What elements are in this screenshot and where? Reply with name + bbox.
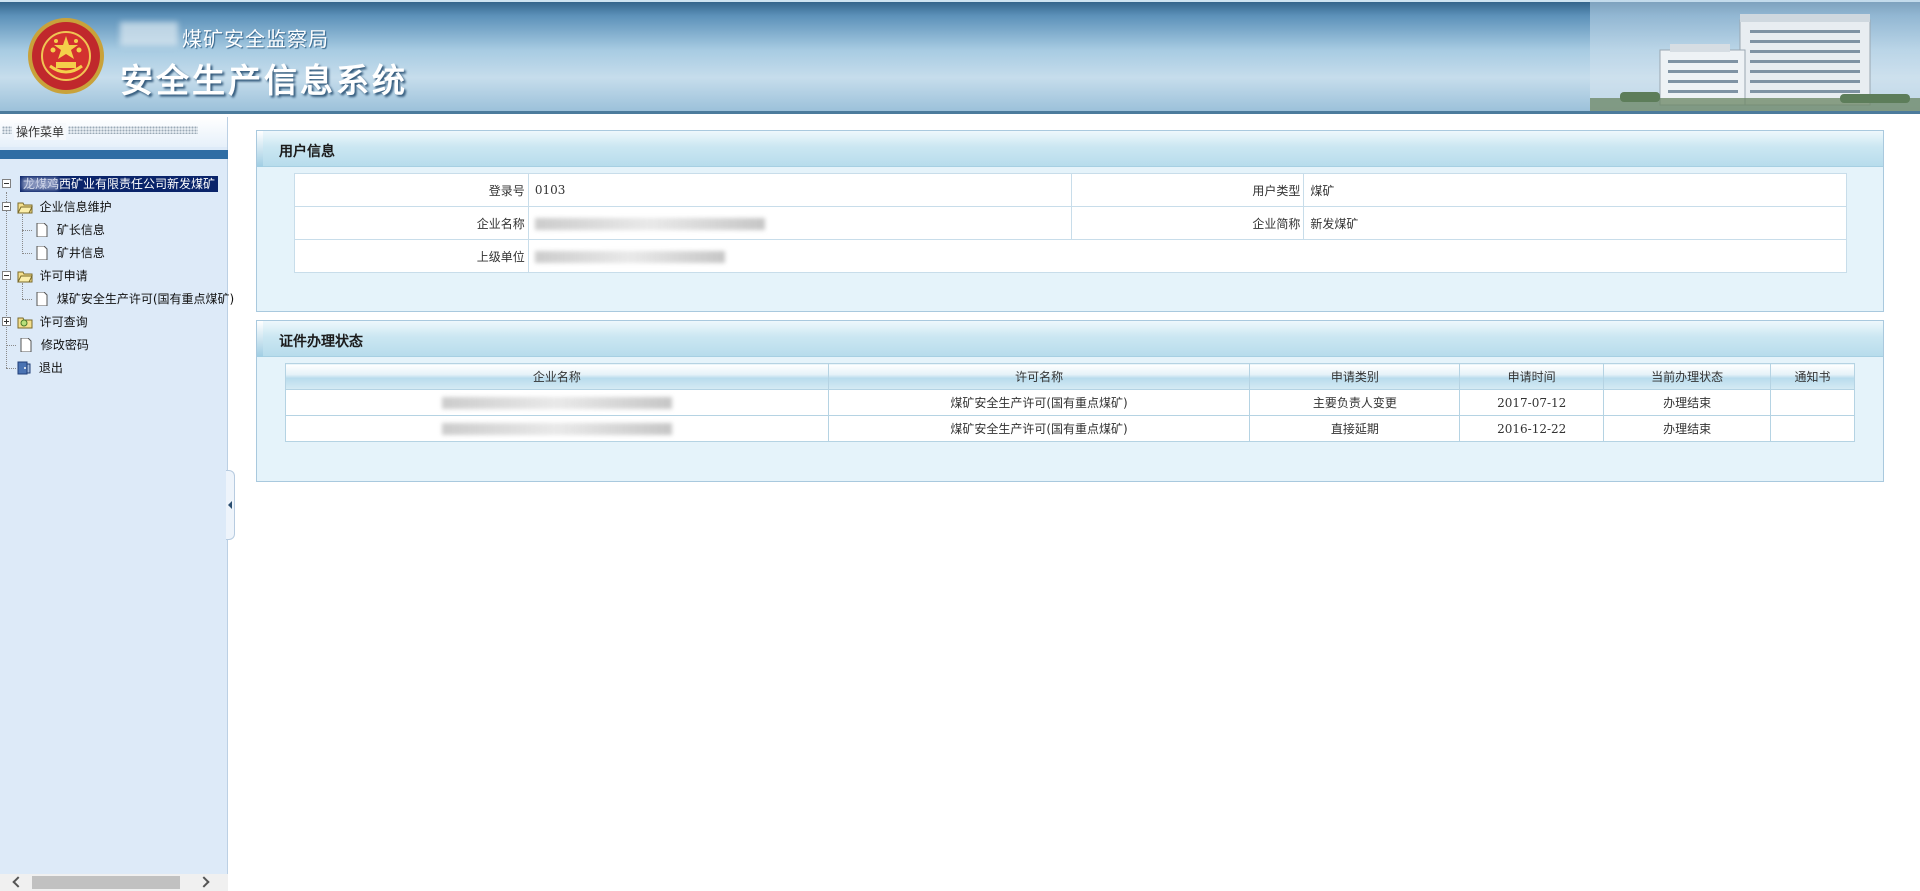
cell-apply-time: 2017-07-12: [1459, 389, 1605, 416]
col-current-status: 当前办理状态: [1603, 363, 1772, 390]
col-company-name: 企业名称: [285, 363, 829, 390]
cell-license-name: 煤矿安全生产许可(国有重点煤矿): [827, 389, 1251, 416]
table-header-row: 企业名称 许可名称 申请类别 申请时间 当前办理状态 通知书: [285, 363, 1855, 390]
parent-unit-label: 上级单位: [294, 239, 529, 273]
table-row[interactable]: 煤矿安全生产许可(国有重点煤矿) 主要负责人变更 2017-07-12 办理结束: [285, 389, 1855, 416]
table-row[interactable]: 煤矿安全生产许可(国有重点煤矿) 直接延期 2016-12-22 办理结束: [285, 415, 1855, 442]
user-type-value: 煤矿: [1303, 173, 1847, 207]
scrollbar-thumb[interactable]: [32, 876, 180, 889]
col-notice: 通知书: [1770, 363, 1855, 390]
login-value: 0103: [527, 173, 1072, 207]
office-building-image: [1590, 0, 1920, 111]
national-emblem-icon: [28, 18, 104, 94]
tree-item-logout[interactable]: 退出: [16, 357, 63, 377]
cell-apply-category: 主要负责人变更: [1249, 389, 1461, 416]
cert-status-panel: 证件办理状态 企业名称 许可名称 申请类别 申请时间 当前办理状态 通知书 煤矿…: [256, 320, 1884, 482]
col-apply-time: 申请时间: [1459, 363, 1605, 390]
tree-item-license-query[interactable]: 许可查询: [2, 311, 88, 331]
exit-door-icon: [17, 361, 31, 374]
tree-item-enterprise-info[interactable]: 企业信息维护: [2, 196, 112, 216]
cell-current-status: 办理结束: [1603, 389, 1772, 416]
user-type-label: 用户类型: [1070, 173, 1305, 207]
menu-header: 操作菜单: [0, 117, 227, 147]
company-name-label: 企业名称: [294, 206, 529, 240]
scroll-left-icon[interactable]: [12, 876, 24, 888]
cell-notice: [1770, 415, 1855, 442]
cell-apply-time: 2016-12-22: [1459, 415, 1605, 442]
app-title: 安全生产信息系统: [120, 61, 408, 100]
cell-license-name: 煤矿安全生产许可(国有重点煤矿): [827, 415, 1251, 442]
tree-item-coal-license[interactable]: 煤矿安全生产许可(国有重点煤矿): [34, 288, 234, 308]
cell-notice: [1770, 389, 1855, 416]
expand-toggle-icon[interactable]: [2, 317, 11, 326]
page-icon: [36, 245, 48, 260]
collapse-toggle-icon[interactable]: [2, 202, 11, 211]
page-icon: [36, 222, 48, 237]
user-info-table: 登录号 0103 用户类型 煤矿 企业名称 企业简称 新发煤矿 上级单位: [294, 173, 1848, 273]
scroll-right-icon[interactable]: [198, 876, 210, 888]
cert-status-table: 企业名称 许可名称 申请类别 申请时间 当前办理状态 通知书 煤矿安全生产许可(…: [285, 363, 1855, 442]
collapse-toggle-icon[interactable]: [2, 179, 11, 188]
page-icon: [20, 337, 32, 352]
panel-title: 证件办理状态: [279, 334, 363, 350]
sidebar-horizontal-scrollbar[interactable]: [0, 874, 228, 891]
panel-title: 用户信息: [279, 144, 335, 160]
login-label: 登录号: [294, 173, 529, 207]
cell-company-name: [285, 389, 829, 416]
cell-company-name: [285, 415, 829, 442]
header-subtitle: 煤矿安全监察局: [182, 27, 329, 51]
company-short-label: 企业简称: [1070, 206, 1305, 240]
cell-current-status: 办理结束: [1603, 415, 1772, 442]
tree-item-mine-manager[interactable]: 矿长信息: [34, 219, 105, 239]
page-icon: [36, 291, 48, 306]
tree-item-change-password[interactable]: 修改密码: [18, 334, 89, 354]
tree-item-mine-info[interactable]: 矿井信息: [34, 242, 105, 262]
company-short-value: 新发煤矿: [1303, 206, 1847, 240]
collapse-toggle-icon[interactable]: [2, 271, 11, 280]
folder-open-icon: [17, 271, 33, 282]
col-apply-category: 申请类别: [1249, 363, 1461, 390]
user-info-panel: 用户信息 登录号 0103 用户类型 煤矿 企业名称 企业简称 新发煤矿 上级单…: [256, 130, 1884, 312]
parent-unit-value: [527, 239, 1848, 273]
col-license-name: 许可名称: [827, 363, 1251, 390]
tree-item-license-apply[interactable]: 许可申请: [2, 265, 88, 285]
tree-root-node[interactable]: 龙煤鸡西矿业有限责任公司新发煤矿: [2, 176, 228, 192]
folder-search-icon: [17, 317, 33, 328]
menu-divider-bar: [0, 150, 228, 159]
app-header: 煤矿安全监察局 安全生产信息系统: [0, 0, 1920, 114]
folder-open-icon: [17, 202, 33, 213]
menu-title: 操作菜单: [14, 123, 67, 140]
company-name-value: [527, 206, 1072, 240]
cell-apply-category: 直接延期: [1249, 415, 1461, 442]
sidebar-collapse-handle[interactable]: [226, 470, 235, 540]
